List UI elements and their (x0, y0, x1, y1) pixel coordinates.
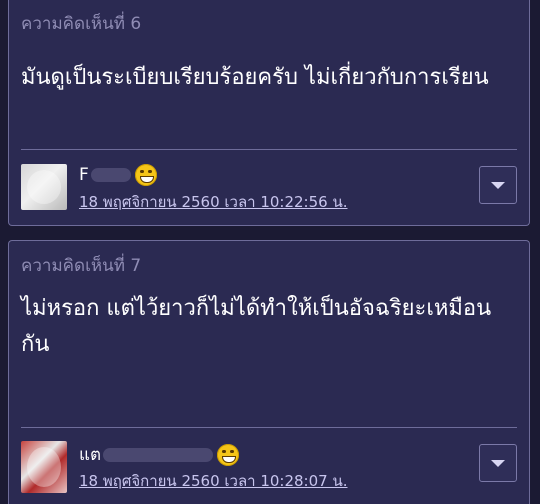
avatar[interactable] (21, 164, 67, 210)
comment-menu-button[interactable] (479, 444, 517, 482)
comment-divider (21, 427, 517, 428)
blurred-username (103, 447, 213, 462)
avatar-image (27, 170, 61, 204)
comment-body: ไม่หรอก แต่ไว้ยาวก็ไม่ได้ทำให้เป็นอัจฉริ… (21, 296, 492, 357)
blurred-username (90, 168, 131, 182)
comment-divider (21, 149, 517, 150)
author-line: F (79, 164, 157, 186)
comment-body: มันดูเป็นระเบียบเรียบร้อยครับ ไม่เกี่ยวก… (21, 65, 489, 90)
username-link[interactable]: แต (79, 441, 101, 468)
avatar[interactable] (21, 441, 67, 493)
comment-number: ความคิดเห็นที่ 6 (21, 14, 142, 34)
comment-card: ความคิดเห็นที่ 6 มันดูเป็นระเบียบเรียบร้… (8, 0, 530, 226)
chevron-down-icon (491, 459, 505, 467)
laughing-face-icon (217, 443, 239, 466)
username-link[interactable]: F (79, 165, 89, 185)
comment-card: ความคิดเห็นที่ 7 ไม่หรอก แต่ไว้ยาวก็ไม่ไ… (8, 240, 530, 504)
comment-timestamp[interactable]: 18 พฤศจิกายน 2560 เวลา 10:28:07 น. (79, 469, 347, 493)
author-line: แต (79, 441, 239, 468)
avatar-image (27, 447, 61, 487)
comment-timestamp[interactable]: 18 พฤศจิกายน 2560 เวลา 10:22:56 น. (79, 190, 347, 214)
comment-menu-button[interactable] (479, 166, 517, 204)
chevron-down-icon (491, 181, 505, 189)
comment-number: ความคิดเห็นที่ 7 (21, 256, 142, 276)
laughing-face-icon (134, 164, 157, 186)
comment-page: ความคิดเห็นที่ 6 มันดูเป็นระเบียบเรียบร้… (0, 0, 540, 504)
